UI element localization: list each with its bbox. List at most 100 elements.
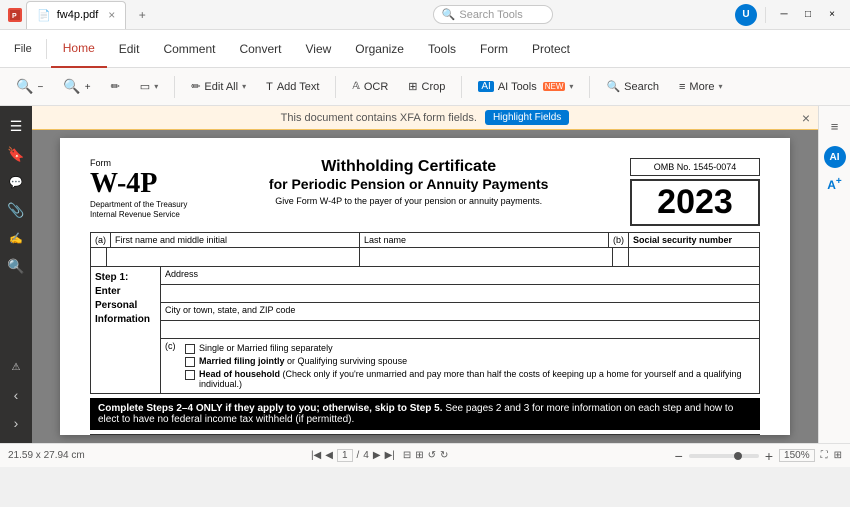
highlight-fields-button[interactable]: Highlight Fields [485,110,569,125]
search-box[interactable]: 🔍 Search Tools [433,5,553,24]
file-tab[interactable]: 📄 fw4p.pdf × [26,1,126,29]
add-text-button[interactable]: T Add Text [258,77,327,97]
ai-panel-icon[interactable]: AI [824,146,846,168]
more-button[interactable]: ≡ More ▾ [671,77,731,97]
file-menu[interactable]: File [8,39,38,59]
status-left: 21.59 x 27.94 cm [8,450,85,461]
highlight-tool[interactable]: ✏ [103,76,128,97]
sidebar-bookmark-icon[interactable]: 🔖 [4,142,28,166]
ocr-button[interactable]: 𝔸 OCR [344,77,396,97]
zoom-in-btn[interactable]: + [765,448,773,464]
first-name-label: First name and middle initial [111,233,360,247]
search-icon: 🔍 [442,8,456,21]
crop-icon: ⊞ [408,80,417,93]
highlight-icon: ✏ [111,80,120,93]
irs-name: Internal Revenue Service [90,210,187,219]
tab-home[interactable]: Home [51,30,107,68]
zoom-slider[interactable] [689,454,759,458]
ai-icon: AI [478,81,493,92]
search-button[interactable]: 🔍 Search [598,76,667,97]
checkbox-hoh-input[interactable] [185,370,195,380]
city-field[interactable] [161,321,759,339]
step1-header: (a) First name and middle initial Last n… [90,232,760,248]
next-page-button[interactable]: ▶ [373,450,381,461]
checkbox-hoh-label: Head of household (Check only if you're … [199,369,755,389]
sidebar-search-icon[interactable]: 🔍 [4,254,28,278]
ai-tools-button[interactable]: AI AI Tools NEW ▾ [470,77,581,97]
tab-close[interactable]: × [108,8,115,22]
checkbox-married-input[interactable] [185,357,195,367]
tab-comment[interactable]: Comment [151,30,227,68]
xfa-message: This document contains XFA form fields. [281,112,477,124]
right-panel: ≡ AI A+ [818,106,850,443]
step1-label: Step 1: Enter Personal Information [91,267,161,393]
sidebar-signature-icon[interactable]: ✍ [4,226,28,250]
checkbox-single-input[interactable] [185,344,195,354]
rotate-button[interactable]: ↺ [428,450,436,461]
sidebar-alert-icon[interactable]: ⚠ [4,355,28,379]
complete-steps-bar: Complete Steps 2–4 ONLY if they apply to… [90,398,760,430]
tab-convert[interactable]: Convert [227,30,293,68]
tab-organize[interactable]: Organize [343,30,416,68]
close-button[interactable]: × [822,5,842,25]
sidebar-attachment-icon[interactable]: 📎 [4,198,28,222]
sidebar-annotation-icon[interactable]: 💬 [4,170,28,194]
form-give: Give Form W-4P to the payer of your pens… [187,196,630,206]
zoom-in-button[interactable]: 🔍 + [55,74,98,99]
minimize-button[interactable]: ─ [774,5,794,25]
xfa-close-button[interactable]: × [802,110,810,126]
form-name: W-4P [90,168,187,200]
zoom-out-btn[interactable]: − [675,448,683,464]
profile-button[interactable]: U [735,4,757,26]
zoom-level[interactable]: 150% [779,449,815,462]
new-tab-button[interactable]: + [130,3,154,27]
tab-protect[interactable]: Protect [520,30,582,68]
current-page[interactable]: 1 [337,449,353,462]
address-label: Address [161,267,759,285]
window-controls: U ─ □ × [735,4,842,26]
crop-button[interactable]: ⊞ Crop [400,76,453,97]
split-view-button[interactable]: ⊞ [834,450,842,461]
last-name-field[interactable] [360,248,613,266]
fit-page-button[interactable]: ⊟ [403,450,411,461]
prev-page-button[interactable]: ◀ [325,450,333,461]
ribbon: File Home Edit Comment Convert View Orga… [0,30,850,68]
zoom-out-button[interactable]: 🔍 − [8,74,51,99]
page-navigation: |◀ ◀ 1 / 4 ▶ ▶| ⊟ ⊞ ↺ ↻ [311,449,448,462]
text-icon: T [266,81,273,93]
tab-edit[interactable]: Edit [107,30,152,68]
sidebar-nav-prev[interactable]: ‹ [4,383,28,407]
ai-plus-icon[interactable]: A+ [827,176,842,192]
title-bar: P 📄 fw4p.pdf × + 🔍 Search Tools U ─ □ × [0,0,850,30]
main-area: ☰ 🔖 💬 📎 ✍ 🔍 ⚠ ‹ › This document contains… [0,106,850,443]
app-icon: P [8,8,22,22]
last-page-button[interactable]: ▶| [385,450,395,461]
rectangle-tool[interactable]: ▭ ▾ [132,76,166,97]
zoom-out-icon: 🔍 [16,78,33,95]
rotate2-button[interactable]: ↻ [440,450,448,461]
checkbox-married-label: Married filing jointly or Qualifying sur… [199,356,407,366]
tab-tools[interactable]: Tools [416,30,468,68]
edit-all-button[interactable]: ✏ Edit All ▾ [183,76,254,97]
address-field[interactable] [161,285,759,303]
sidebar-nav-next[interactable]: › [4,411,28,435]
restore-button[interactable]: □ [798,5,818,25]
panel-nav-icon[interactable]: ≡ [823,114,847,138]
page-dimensions: 21.59 x 27.94 cm [8,450,85,461]
step2-block: Step 2: Income From a Job and/or Multipl… [90,434,760,435]
first-name-field[interactable] [107,248,360,266]
tab-view[interactable]: View [293,30,343,68]
search-placeholder: Search Tools [459,9,522,21]
checkbox-single: Single or Married filing separately [185,343,755,354]
xfa-notification: This document contains XFA form fields. … [32,106,818,130]
sidebar-panel-icon[interactable]: ☰ [4,114,28,138]
col-a-label: (a) [91,233,111,247]
total-pages: 4 [363,450,369,461]
ssn-field[interactable] [629,248,759,266]
first-page-button[interactable]: |◀ [311,450,321,461]
tab-form[interactable]: Form [468,30,520,68]
window-title: 🔍 Search Tools [250,5,735,24]
ocr-icon: 𝔸 [352,81,359,92]
fullscreen-button[interactable]: ⛶ [821,450,828,461]
fit-width-button[interactable]: ⊞ [415,450,423,461]
